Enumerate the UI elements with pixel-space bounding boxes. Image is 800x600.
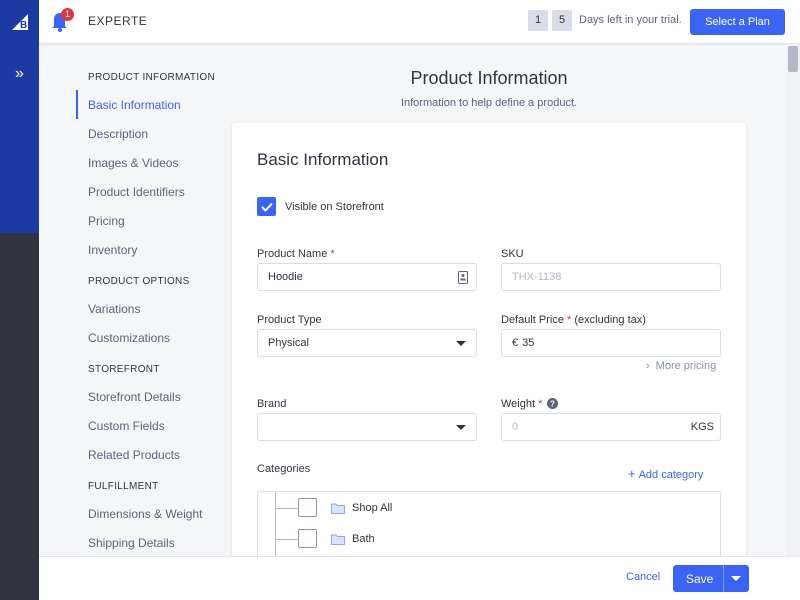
tree-connector — [276, 539, 298, 540]
nav-item-shipping-details[interactable]: Shipping Details — [76, 528, 226, 557]
checkmark-icon — [260, 202, 273, 212]
save-options-chevron-icon[interactable] — [731, 576, 741, 581]
default-price-suffix: (excluding tax) — [574, 314, 646, 326]
app-rail: B » — [0, 0, 39, 600]
chevron-down-icon — [456, 425, 466, 430]
product-name-input[interactable]: Hoodie — [257, 263, 477, 291]
nav-section-title: STOREFRONT — [88, 364, 160, 375]
svg-text:B: B — [20, 20, 27, 31]
nav-item-storefront-details[interactable]: Storefront Details — [76, 382, 226, 411]
nav-item-images-videos[interactable]: Images & Videos — [76, 148, 226, 177]
visible-storefront-checkbox[interactable] — [257, 197, 276, 216]
select-plan-button[interactable]: Select a Plan — [690, 9, 785, 35]
default-price-label: Default Price * (excluding tax) — [501, 314, 646, 326]
sku-label: SKU — [501, 248, 524, 260]
store-name[interactable]: EXPERTE — [88, 14, 147, 28]
weight-unit: KGS — [690, 421, 714, 433]
plus-icon: + — [628, 466, 636, 481]
brand-select[interactable] — [257, 413, 477, 441]
more-pricing-link[interactable]: › More pricing — [646, 360, 716, 372]
category-checkbox[interactable] — [298, 498, 317, 517]
weight-label: Weight * ? — [501, 398, 559, 410]
save-button[interactable]: Save — [673, 565, 749, 592]
trial-days-digit: 1 — [528, 10, 548, 31]
notification-count-badge: 1 — [61, 8, 74, 21]
default-price-label-text: Default Price — [501, 314, 564, 326]
category-row: Shop All — [276, 498, 676, 518]
required-mark: * — [567, 314, 572, 326]
nav-item-related-products[interactable]: Related Products — [76, 440, 226, 469]
weight-label-text: Weight — [501, 398, 536, 410]
card-title: Basic Information — [257, 150, 389, 169]
page-title: Product Information — [410, 68, 568, 88]
nav-item-description[interactable]: Description — [76, 119, 226, 148]
product-name-value: Hoodie — [268, 271, 303, 283]
save-label: Save — [686, 572, 714, 586]
product-type-select[interactable]: Physical — [257, 329, 477, 357]
page-scrollbar[interactable] — [786, 44, 800, 556]
categories-label: Categories — [257, 463, 311, 475]
folder-icon — [331, 503, 345, 514]
visible-storefront-label: Visible on Storefront — [285, 201, 384, 213]
trial-days-digit: 5 — [552, 10, 572, 31]
more-pricing-label: More pricing — [655, 360, 717, 372]
tree-connector — [276, 508, 298, 509]
cancel-button[interactable]: Cancel — [626, 571, 660, 583]
default-price-value: 35 — [522, 337, 535, 349]
product-name-label: Product Name * — [257, 248, 335, 260]
trial-text: Days left in your trial. — [579, 14, 682, 26]
nav-item-product-identifiers[interactable]: Product Identifiers — [76, 177, 226, 206]
add-category-label: Add category — [638, 469, 704, 481]
svg-text:?: ? — [551, 400, 556, 409]
sku-placeholder: THX-1138 — [512, 271, 562, 283]
brand-label: Brand — [257, 398, 287, 410]
nav-item-basic-information[interactable]: Basic Information — [76, 90, 226, 119]
product-section-nav: PRODUCT INFORMATION Basic Information De… — [76, 60, 226, 557]
category-row: Bath — [276, 529, 676, 549]
product-type-label: Product Type — [257, 314, 322, 326]
weight-placeholder: 0 — [512, 421, 519, 433]
required-mark: * — [538, 398, 543, 410]
default-price-input[interactable]: € 35 — [501, 329, 721, 357]
nav-section-title: PRODUCT INFORMATION — [88, 72, 215, 83]
nav-item-dimensions-weight[interactable]: Dimensions & Weight — [76, 499, 226, 528]
category-label: Shop All — [352, 502, 393, 514]
basic-information-card: Basic Information Visible on Storefront … — [232, 123, 746, 564]
page-subtitle: Information to help define a product. — [400, 97, 578, 109]
top-header: 1 EXPERTE 1 5 Days left in your trial. S… — [39, 0, 800, 44]
help-icon[interactable]: ? — [547, 398, 559, 409]
nav-item-pricing[interactable]: Pricing — [76, 206, 226, 235]
product-type-value: Physical — [268, 337, 309, 349]
action-footer: Cancel Save — [39, 556, 800, 600]
category-checkbox[interactable] — [298, 529, 317, 548]
expand-menu-icon[interactable]: » — [0, 60, 39, 88]
category-tree: Shop All Bath — [257, 491, 721, 564]
nav-section-title: PRODUCT OPTIONS — [88, 276, 190, 287]
nav-item-variations[interactable]: Variations — [76, 294, 226, 323]
nav-item-custom-fields[interactable]: Custom Fields — [76, 411, 226, 440]
scrollbar-thumb[interactable] — [788, 46, 798, 72]
chevron-right-icon: › — [646, 360, 650, 372]
nav-item-customizations[interactable]: Customizations — [76, 323, 226, 352]
required-mark: * — [330, 248, 335, 260]
save-divider — [723, 565, 724, 592]
weight-input[interactable]: 0 KGS — [501, 413, 721, 441]
product-name-label-text: Product Name — [257, 248, 328, 260]
nav-section-title: FULFILLMENT — [88, 481, 159, 492]
bigcommerce-logo[interactable]: B — [0, 0, 39, 44]
nav-item-inventory[interactable]: Inventory — [76, 235, 226, 264]
category-label: Bath — [352, 533, 375, 545]
contact-card-icon — [458, 271, 468, 284]
sku-input[interactable]: THX-1138 — [501, 263, 721, 291]
add-category-link[interactable]: + Add category — [628, 466, 703, 481]
chevron-down-icon — [456, 341, 466, 346]
folder-icon — [331, 534, 345, 545]
currency-symbol: € — [512, 337, 519, 349]
